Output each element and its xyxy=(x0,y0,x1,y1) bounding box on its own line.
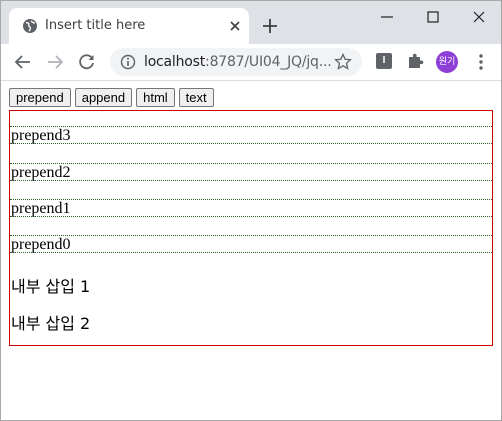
prepended-div: prepend0 xyxy=(10,235,492,253)
address-bar[interactable]: localhost:8787/UI04_JQ/jq... xyxy=(110,48,362,76)
append-button[interactable]: append xyxy=(74,88,133,107)
html-button[interactable]: html xyxy=(136,88,175,107)
forward-icon[interactable] xyxy=(46,53,64,71)
maximize-icon[interactable] xyxy=(423,7,443,27)
info-icon[interactable] xyxy=(120,54,136,70)
close-window-icon[interactable] xyxy=(469,7,489,27)
prepend-button[interactable]: prepend xyxy=(9,88,71,107)
minimize-icon[interactable] xyxy=(377,7,397,27)
button-row: prepend append html text xyxy=(9,88,218,109)
prepended-div: prepend1 xyxy=(10,199,492,217)
new-tab-icon[interactable] xyxy=(261,17,279,35)
browser-window: Insert title here localhost:8787/UI04_JQ… xyxy=(0,0,502,421)
url-rest: :8787/UI04_JQ/jq... xyxy=(205,54,332,70)
title-bar: Insert title here xyxy=(1,1,501,44)
back-icon[interactable] xyxy=(14,53,32,71)
profile-avatar[interactable]: 원기 xyxy=(436,51,458,73)
extensions-puzzle-icon[interactable] xyxy=(406,52,424,70)
text-button[interactable]: text xyxy=(178,88,214,107)
bookmark-star-icon[interactable] xyxy=(334,53,352,71)
more-menu-icon[interactable] xyxy=(473,53,489,71)
url-host: localhost xyxy=(144,54,206,70)
close-tab-icon[interactable] xyxy=(227,18,243,34)
browser-tab[interactable]: Insert title here xyxy=(9,8,249,44)
browser-toolbar: localhost:8787/UI04_JQ/jq... xyxy=(1,44,501,81)
insert-container: prepend3 prepend2 prepend1 prepend0 내부 삽… xyxy=(9,110,493,346)
prepended-div: prepend3 xyxy=(10,126,492,144)
url-text: localhost:8787/UI04_JQ/jq... xyxy=(144,54,332,70)
inner-paragraph: 내부 삽입 1 xyxy=(11,277,91,296)
tab-title: Insert title here xyxy=(45,18,146,33)
page-content: prepend append html text prepend3 prepend2 … xyxy=(1,81,501,420)
globe-icon xyxy=(23,19,37,33)
extension-icon[interactable]: I xyxy=(376,53,392,69)
prepended-div: prepend2 xyxy=(10,163,492,181)
reload-icon[interactable] xyxy=(78,53,96,71)
inner-paragraph: 내부 삽입 2 xyxy=(11,314,91,333)
